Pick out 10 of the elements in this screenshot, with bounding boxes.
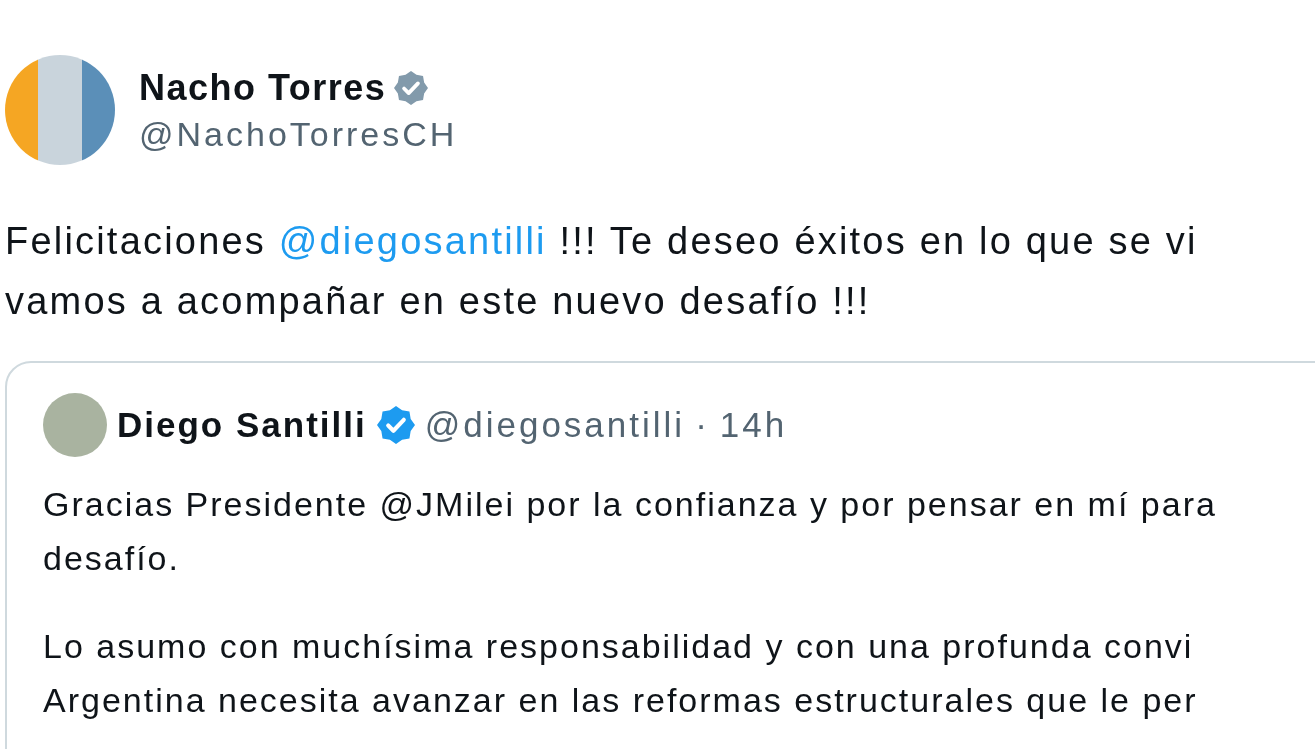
author-handle[interactable]: @NachoTorresCH [139,114,458,154]
quote-text: Lo asumo con muchísima responsabilidad y con una profunda convi Argentina necesita avanzar en las reformas estructurales que le per [43,626,1199,721]
author-handle[interactable]: @diegosantilli [424,405,686,445]
author-name[interactable]: Nacho Torres [139,66,387,109]
quoted-tweet-card[interactable] [5,361,1315,749]
author-name[interactable]: Diego Santilli [117,405,367,445]
separator-dot: · [695,405,710,445]
tweet-text: Felicitaciones @diegosantilli !!! Te deseo éxitos en lo que se vi vamos a acompañar en este nuevo desafío !!! [5,219,1199,324]
quote-text: Gracias Presidente @JMilei por la confianza y por pensar en mí para desafío. [43,484,1218,579]
timestamp[interactable]: 14h [719,405,788,445]
